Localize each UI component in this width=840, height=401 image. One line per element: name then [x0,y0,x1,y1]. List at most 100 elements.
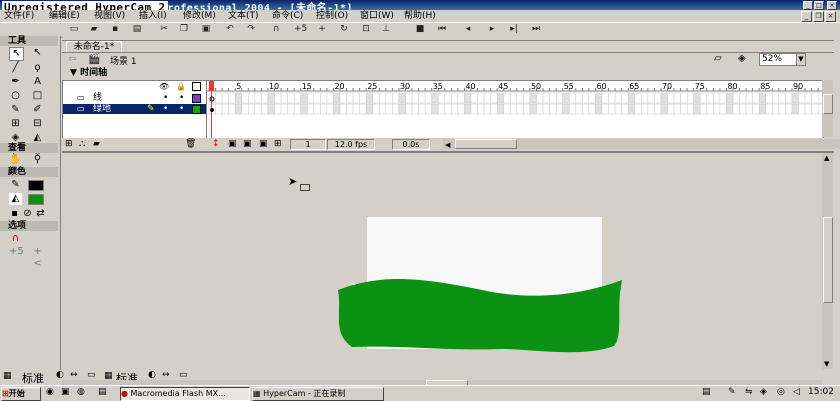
stop-icon[interactable]: ■ [414,24,426,35]
delete-layer-icon[interactable]: 🗑 [185,138,196,150]
tray-icon[interactable]: ▤ [702,387,711,397]
quicklaunch-ie-icon[interactable]: ◉ [46,387,54,397]
timeline-vscroll[interactable] [822,80,833,137]
play-icon[interactable]: ▸ [486,24,498,35]
step-back-icon[interactable]: ◂ [462,24,474,35]
arrow-tool-icon[interactable]: ↖ [9,47,24,61]
back-arrow-icon[interactable]: ⇦ [68,54,76,65]
menu-window[interactable]: 窗口(W) [360,10,394,22]
go-end-icon[interactable]: ⏭ [530,24,542,35]
step-forward-icon[interactable]: ▸| [508,24,520,35]
layer-visible-dot[interactable]: • [163,93,168,103]
straighten-option-icon[interactable]: +< [31,246,44,269]
modify-markers-icon[interactable]: ⊞ [274,138,282,150]
pencil-tool-icon[interactable]: ✎ [9,104,22,116]
doc-minimize-button[interactable]: _ [801,11,812,22]
task-hypercam[interactable]: ▦ HyperCam - 正在录制 [252,387,384,401]
scale-icon[interactable]: ⊡ [360,24,372,35]
eye-icon[interactable]: 👁 [159,82,169,91]
tray-shield-icon[interactable]: ◈ [760,387,767,397]
timeline-hscroll[interactable]: ◀ ▶ [443,139,840,149]
free-transform-tool-icon[interactable]: ⊞ [9,118,22,130]
smooth-option-icon[interactable]: +5 [9,246,24,258]
snap-magnet-icon[interactable]: ∩ [270,24,282,35]
tray-pen-icon[interactable]: ✎ [728,387,736,397]
menu-control[interactable]: 控制(O) [316,10,348,22]
standard-label-1[interactable]: 标准 [22,370,44,386]
lasso-tool-icon[interactable]: ϙ [31,62,44,74]
hand-tool-icon[interactable]: ✋ [9,154,22,166]
timeline-hscroll-thumb[interactable] [455,139,517,149]
oval-tool-icon[interactable]: ○ [9,90,22,102]
clock[interactable]: 15:02 [808,387,834,397]
tray-ime-icon[interactable]: ◎ [777,387,785,397]
scroll-up-icon[interactable]: ▲ [824,154,829,162]
start-button[interactable]: ⊞开始 [1,387,41,401]
no-color-icon[interactable]: ⊘ [21,208,34,220]
tray-volume-icon[interactable]: ◁ [793,387,800,397]
dock-tool-icon[interactable]: ▭ [179,370,188,380]
close-button[interactable]: × [827,1,837,10]
layer-outline-color[interactable] [192,94,201,103]
dock-tool-icon[interactable]: ▭ [87,370,96,380]
rewind-icon[interactable]: ⏮ [436,24,448,35]
timeline-vscroll-thumb[interactable] [823,94,833,114]
fill-color-icon[interactable]: ◭ [9,193,22,205]
zoom-select[interactable]: 52% [759,53,797,66]
subselect-tool-icon[interactable]: ↖ [31,47,44,59]
dock-tool-icon[interactable]: ↔ [70,370,78,380]
paste-icon[interactable]: ▣ [200,24,212,35]
menu-help[interactable]: 帮助(H) [404,10,436,22]
fill-transform-tool-icon[interactable]: ⊟ [31,118,44,130]
stage-area[interactable]: ➤ [62,153,822,369]
add-guide-icon[interactable]: ⛬ [79,138,85,150]
pen-tool-icon[interactable]: ✒ [9,76,22,88]
center-frame-icon[interactable]: ↕ [212,138,220,150]
insert-layer-icon[interactable]: ⊞ [65,138,73,150]
edit-scene-icon[interactable]: ▱ [714,53,722,64]
brush-tool-icon[interactable]: ✐ [31,104,44,116]
stage-vscroll[interactable]: ▲ ▼ [822,153,833,369]
menu-modify[interactable]: 修改(M) [183,10,216,22]
minimize-button[interactable]: _ [803,1,813,10]
task-flash[interactable]: ● Macromedia Flash MX... [120,387,250,401]
stage-vscroll-thumb[interactable] [823,217,833,303]
quicklaunch-app-icon[interactable]: ▤ [98,387,107,397]
dock-tool-icon[interactable]: ◐ [148,370,156,380]
edit-multiple-icon[interactable]: ▣ [259,138,268,150]
scroll-down-icon[interactable]: ▼ [824,360,829,368]
save-icon[interactable]: ▪ [109,24,121,35]
layer-row[interactable]: ▭ 绿地 ✎ • • [63,104,206,114]
layer-lock-dot[interactable]: • [179,93,184,103]
layer-lock-dot[interactable]: • [179,104,184,114]
stroke-color-icon[interactable]: ✎ [9,179,22,191]
layer-outline-color[interactable] [192,105,201,114]
smooth-icon[interactable]: +5 [294,24,307,35]
align-icon[interactable]: ⊥ [380,24,392,35]
line-tool-icon[interactable]: ╱ [9,62,22,74]
menu-insert[interactable]: 插入(I) [139,10,167,22]
undo-icon[interactable]: ↶ [224,24,236,35]
menu-commands[interactable]: 命令(C) [272,10,303,22]
cut-icon[interactable]: ✂ [158,24,170,35]
copy-icon[interactable]: ❐ [178,24,190,35]
straighten-icon[interactable]: +< [316,24,328,45]
fill-color-swatch[interactable] [28,194,44,205]
zoom-dropdown-arrow[interactable]: ▼ [796,53,806,66]
edit-symbols-icon[interactable]: ◈ [738,53,746,64]
stroke-color-swatch[interactable] [28,180,44,191]
dock-icon[interactable]: ▦ [3,371,12,381]
timeline-header[interactable]: ▼ 时间轴 [62,68,834,78]
layer-row[interactable]: ▭ 线 • • [63,93,206,103]
zoom-tool-icon[interactable]: ⚲ [31,154,44,166]
snap-to-objects-icon[interactable]: ∩ [9,233,22,245]
menu-file[interactable]: 文件(F) [4,10,34,22]
insert-folder-icon[interactable]: ▰ [93,138,100,150]
scroll-left-icon[interactable]: ◀ [445,139,450,151]
onion-skin-icon[interactable]: ▣ [228,138,237,150]
new-file-icon[interactable]: ▭ [68,24,80,35]
rectangle-tool-icon[interactable]: □ [31,90,44,102]
open-folder-icon[interactable]: ▰ [88,24,100,35]
dock-tool-icon[interactable]: ↔ [162,370,170,380]
maximize-button[interactable]: □ [814,1,824,10]
